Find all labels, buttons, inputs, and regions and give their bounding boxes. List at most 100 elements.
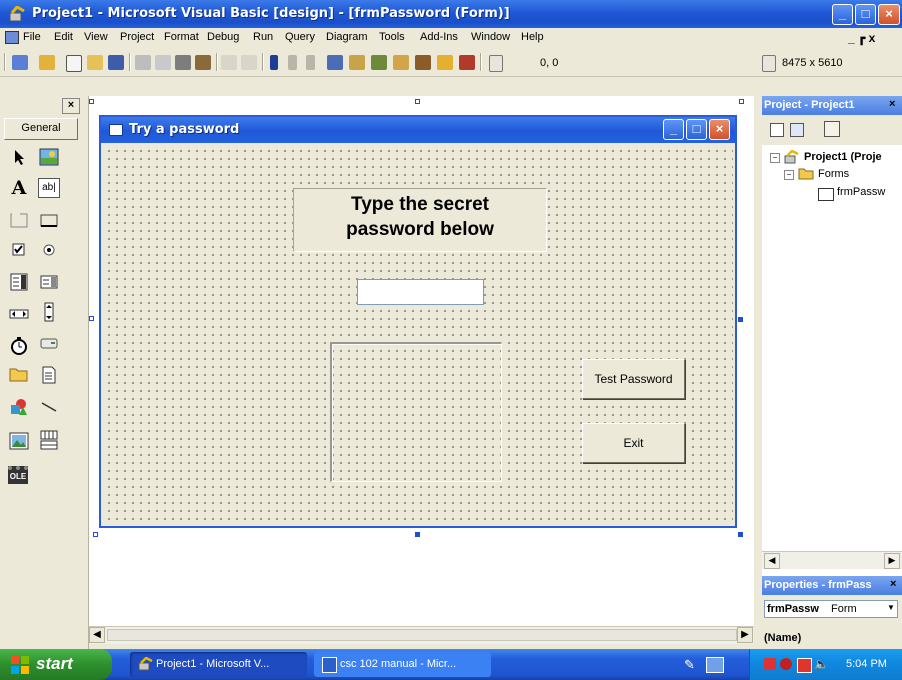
- redo-icon[interactable]: [241, 55, 257, 70]
- toggle-folders-icon[interactable]: [824, 121, 840, 137]
- picturebox-icon[interactable]: [38, 148, 60, 168]
- menu-editor-icon[interactable]: [66, 55, 82, 72]
- dirlistbox-icon[interactable]: [8, 366, 30, 386]
- toolbox-general-tab[interactable]: General: [4, 118, 78, 140]
- add-project-icon[interactable]: [12, 55, 28, 70]
- menu-run[interactable]: Run: [253, 31, 273, 43]
- project-panel-header[interactable]: Project - Project1 ×: [762, 96, 902, 115]
- find-icon[interactable]: [195, 55, 211, 70]
- object-selector[interactable]: frmPassw Form ▼: [764, 600, 898, 618]
- menu-project[interactable]: Project: [120, 31, 154, 43]
- menu-tools[interactable]: Tools: [379, 31, 405, 43]
- mdi-child-controls[interactable]: _ ┏ x: [848, 31, 875, 45]
- designer-resize-handle[interactable]: [89, 99, 94, 104]
- copy-icon[interactable]: [155, 55, 171, 70]
- frame-box[interactable]: [330, 342, 502, 482]
- tree-form-node[interactable]: frmPassw: [837, 186, 885, 198]
- image-icon[interactable]: [8, 432, 30, 452]
- checkbox-icon[interactable]: [8, 242, 30, 262]
- form-resize-handle[interactable]: [93, 532, 98, 537]
- menu-view[interactable]: View: [84, 31, 108, 43]
- commandbutton-icon[interactable]: [38, 211, 60, 231]
- frm-password-form[interactable]: Try a password _ □ × Type the secret pas…: [99, 115, 737, 528]
- scroll-right-button[interactable]: ▶: [884, 553, 900, 569]
- network-icon[interactable]: [764, 658, 776, 670]
- menu-edit[interactable]: Edit: [54, 31, 73, 43]
- maximize-button[interactable]: □: [855, 4, 876, 25]
- properties-panel-close-icon[interactable]: ×: [890, 578, 896, 590]
- tree-collapse-icon[interactable]: −: [770, 153, 780, 163]
- combobox-icon[interactable]: [8, 273, 30, 293]
- drivelistbox-icon[interactable]: [38, 336, 60, 356]
- tree-collapse-icon[interactable]: −: [784, 170, 794, 180]
- listbox-icon[interactable]: [38, 273, 60, 293]
- form-layout-icon[interactable]: [371, 55, 387, 70]
- end-icon[interactable]: [306, 55, 315, 70]
- component-manager-icon[interactable]: [459, 55, 475, 70]
- frame-icon[interactable]: [8, 211, 30, 231]
- minimize-button[interactable]: _: [832, 4, 853, 25]
- cut-icon[interactable]: [135, 55, 151, 70]
- start-button[interactable]: start: [0, 649, 112, 680]
- security-alert-icon[interactable]: [797, 658, 812, 673]
- menu-add-ins[interactable]: Add-Ins: [420, 31, 458, 43]
- task-word-document[interactable]: csc 102 manual - Micr...: [314, 652, 491, 677]
- menu-query[interactable]: Query: [285, 31, 315, 43]
- data-view-icon[interactable]: [437, 55, 453, 70]
- label-icon[interactable]: A: [8, 178, 30, 198]
- view-object-icon[interactable]: [790, 123, 804, 137]
- optionbutton-icon[interactable]: [38, 242, 60, 262]
- main-title-bar[interactable]: Project1 - Microsoft Visual Basic [desig…: [0, 0, 902, 28]
- open-project-icon[interactable]: [87, 55, 103, 70]
- property-name-row[interactable]: (Name): [764, 632, 801, 644]
- clock[interactable]: 5:04 PM: [846, 658, 887, 670]
- tree-project-node[interactable]: Project1 (Proje: [804, 151, 882, 163]
- view-code-icon[interactable]: [770, 123, 784, 137]
- form-title-bar[interactable]: Try a password _ □ ×: [101, 117, 735, 143]
- menu-diagram[interactable]: Diagram: [326, 31, 368, 43]
- ole-icon[interactable]: OLE: [8, 466, 28, 484]
- add-form-icon[interactable]: [39, 55, 55, 70]
- designer-resize-handle[interactable]: [415, 99, 420, 104]
- textbox-icon[interactable]: ab|: [38, 178, 60, 198]
- designer-resize-handle[interactable]: [739, 99, 744, 104]
- shape-icon[interactable]: [8, 398, 30, 418]
- menu-format[interactable]: Format: [164, 31, 199, 43]
- toolbox-close-button[interactable]: ×: [62, 98, 80, 114]
- designer-resize-handle[interactable]: [89, 316, 94, 321]
- show-desktop-icon[interactable]: [706, 657, 724, 673]
- scroll-left-button[interactable]: ◀: [89, 627, 105, 643]
- password-prompt-label[interactable]: Type the secret password below: [293, 188, 547, 252]
- hscrollbar-icon[interactable]: [8, 306, 30, 326]
- save-project-icon[interactable]: [108, 55, 124, 70]
- toolbox-icon[interactable]: [415, 55, 431, 70]
- break-icon[interactable]: [288, 55, 297, 70]
- menu-window[interactable]: Window: [471, 31, 510, 43]
- form-minimize-button[interactable]: _: [663, 119, 684, 140]
- paste-icon[interactable]: [175, 55, 191, 70]
- filelistbox-icon[interactable]: [38, 366, 60, 386]
- project-explorer-icon[interactable]: [327, 55, 343, 70]
- quicklaunch-icon[interactable]: ✎: [684, 657, 698, 672]
- exit-button[interactable]: Exit: [582, 423, 685, 463]
- project-panel-close-icon[interactable]: ×: [889, 98, 895, 110]
- menu-debug[interactable]: Debug: [207, 31, 239, 43]
- project-panel-hscrollbar[interactable]: ◀ ▶: [762, 551, 902, 569]
- undo-icon[interactable]: [221, 55, 237, 70]
- line-icon[interactable]: [38, 398, 60, 418]
- volume-icon[interactable]: 🔈: [814, 657, 829, 671]
- form-resize-handle[interactable]: [738, 532, 743, 537]
- properties-window-icon[interactable]: [349, 55, 365, 70]
- tree-forms-node[interactable]: Forms: [818, 168, 849, 180]
- password-input[interactable]: [357, 279, 484, 305]
- properties-panel-header[interactable]: Properties - frmPass ×: [762, 576, 902, 595]
- pointer-icon[interactable]: [8, 148, 30, 168]
- object-browser-icon[interactable]: [393, 55, 409, 70]
- scroll-thumb[interactable]: [107, 629, 737, 641]
- form-client-area[interactable]: Type the secret password below Test Pass…: [103, 145, 733, 526]
- designer-horizontal-scrollbar[interactable]: ◀ ▶: [89, 626, 754, 644]
- task-vb-project[interactable]: Project1 - Microsoft V...: [130, 652, 307, 677]
- menu-help[interactable]: Help: [521, 31, 544, 43]
- scroll-right-button[interactable]: ▶: [737, 627, 753, 643]
- form-close-button[interactable]: ×: [709, 119, 730, 140]
